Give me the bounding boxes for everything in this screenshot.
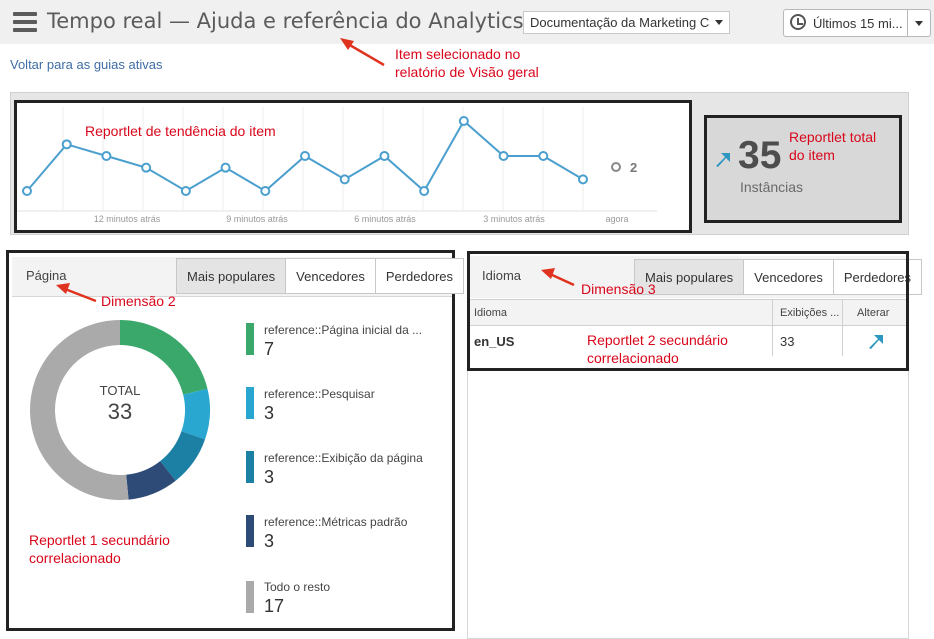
x-tick-label: 3 minutos atrás (483, 214, 545, 224)
legend-swatch (246, 387, 254, 419)
report-suite-dropdown[interactable]: Documentação da Marketing C (523, 11, 730, 34)
trend-point (101, 151, 112, 161)
legend-label: reference::Exibição da página (264, 451, 423, 465)
legend-label: reference::Métricas padrão (264, 515, 408, 529)
time-range-label: Últimos 15 mi... (813, 16, 903, 31)
menu-icon[interactable] (13, 12, 37, 32)
legend-swatch (246, 581, 254, 613)
x-tick-label: 12 minutos atrás (94, 214, 161, 224)
legend-swatch (246, 451, 254, 483)
x-tick-label: agora (605, 214, 628, 224)
secondary-reportlet-2 (467, 251, 909, 371)
trend-point (141, 162, 152, 173)
time-range-dropdown-toggle[interactable] (907, 9, 931, 37)
trend-point (300, 151, 310, 161)
trend-point (538, 151, 549, 161)
trend-point (260, 186, 271, 196)
trend-point (498, 151, 509, 161)
trend-point (578, 174, 588, 185)
trend-point (339, 174, 350, 185)
legend-value: 3 (264, 467, 275, 487)
panel1-tabs: Mais populares Vencedores Perdedores (176, 258, 465, 294)
donut-total-label: TOTAL (99, 383, 141, 398)
page-title: Tempo real — Ajuda e referência do Analy… (47, 9, 524, 33)
dimension2-title: Página (26, 268, 67, 283)
legend-value: 7 (264, 339, 275, 359)
legend-label: reference::Pesquisar (264, 387, 375, 401)
clock-icon (790, 14, 806, 30)
trend-point (180, 186, 191, 196)
tab-most-popular[interactable]: Mais populares (177, 259, 286, 293)
annotation-trend-reportlet: Reportlet de tendência do item (85, 123, 276, 139)
donut-slice (181, 388, 210, 440)
chevron-down-icon (715, 20, 723, 25)
legend-value: 17 (264, 596, 285, 616)
legend-swatch (246, 323, 254, 355)
trend-point (22, 186, 32, 196)
x-tick-label: 9 minutos atrás (226, 214, 288, 224)
annotation-secondary1: Reportlet 1 secundário correlacionado (29, 532, 170, 566)
legend-swatch (246, 515, 254, 547)
legend-label: Todo o resto (264, 580, 331, 594)
annotation-selected-item: Item selecionado no relatório de Visão g… (395, 46, 539, 80)
tab-winners[interactable]: Vencedores (285, 259, 375, 293)
annotation-total-reportlet: Reportlet total do item (789, 129, 877, 163)
donut-total-value: 33 (107, 399, 133, 424)
current-value: 2 (630, 160, 637, 175)
x-tick-label: 6 minutos atrás (354, 214, 416, 224)
total-value: 35 (738, 134, 782, 177)
trend-reportlet: 2 12 minutos atrás 9 minutos atrás 6 minuto… (14, 100, 692, 233)
arrow-up-right-icon (716, 153, 730, 167)
legend-value: 3 (264, 531, 275, 551)
trend-point (419, 186, 430, 196)
tab-losers[interactable]: Perdedores (374, 259, 463, 293)
current-point (611, 162, 621, 172)
legend-value: 3 (264, 403, 275, 423)
report-suite-label: Documentação da Marketing C (530, 15, 710, 30)
total-label: Instâncias (740, 179, 804, 195)
annotation-dimension2: Dimensão 2 (101, 293, 176, 309)
back-to-active-tabs-link[interactable]: Voltar para as guias ativas (10, 57, 162, 72)
trend-point (61, 139, 72, 150)
legend-label: reference::Página inicial da ... (264, 323, 423, 337)
trend-point (379, 151, 390, 161)
trend-point (220, 162, 231, 173)
trend-point (458, 116, 469, 126)
